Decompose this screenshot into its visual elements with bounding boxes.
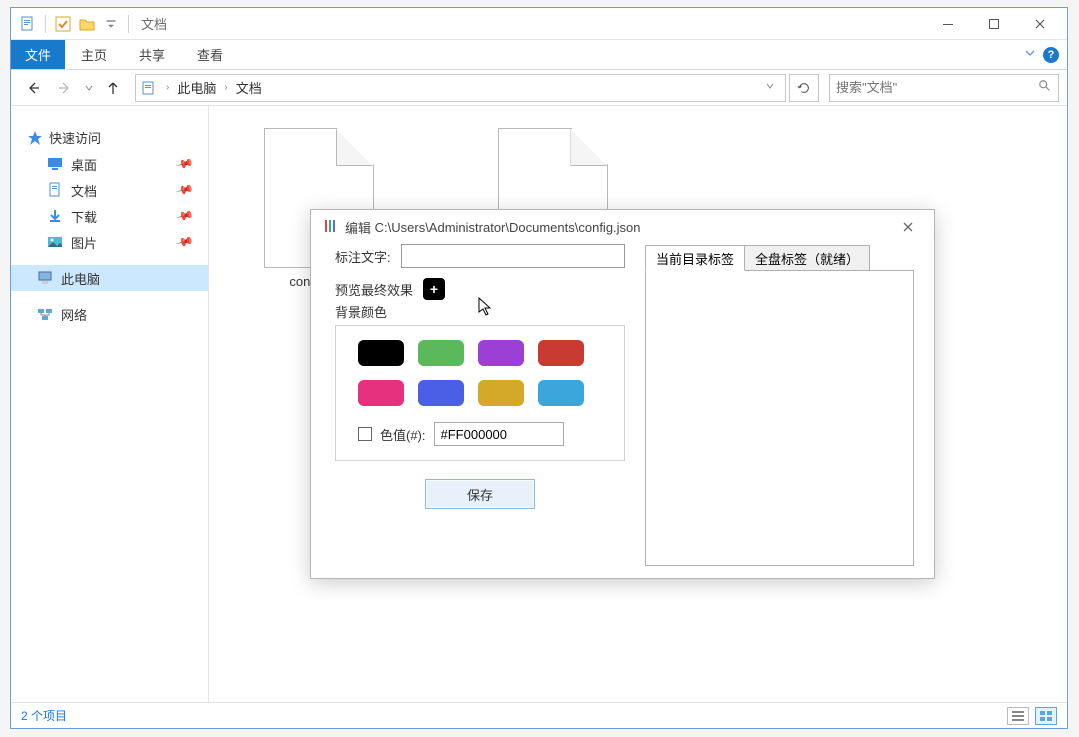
nav-item-this-pc[interactable]: 此电脑: [11, 265, 208, 291]
quick-access-label: 快速访问: [49, 128, 101, 147]
statusbar: 2 个项目: [11, 702, 1067, 728]
label-text: 标注文字:: [335, 247, 391, 266]
nav-item-label: 此电脑: [61, 269, 100, 288]
edit-dialog: 编辑 C:\Users\Administrator\Documents\conf…: [310, 209, 935, 579]
qat-separator-2: [128, 15, 129, 33]
bg-label: 背景颜色: [335, 302, 625, 321]
ribbon-tabs: 文件 主页 共享 查看 ?: [11, 40, 1067, 70]
nav-item-pictures[interactable]: 图片 📌: [11, 229, 208, 255]
pin-icon: 📌: [175, 154, 195, 174]
color-swatch[interactable]: [478, 380, 524, 406]
ribbon-tab-view[interactable]: 查看: [181, 40, 239, 69]
dialog-title-icon: [323, 219, 339, 236]
download-icon: [47, 208, 63, 224]
address-dropdown-icon[interactable]: [759, 81, 781, 94]
color-swatch[interactable]: [418, 340, 464, 366]
preview-add-button[interactable]: +: [423, 278, 445, 300]
qat-checkbox-icon[interactable]: [54, 15, 72, 33]
breadcrumb-item[interactable]: 此电脑: [177, 78, 216, 97]
window-title: 文档: [141, 14, 167, 33]
nav-item-label: 网络: [61, 305, 87, 324]
quick-access-header[interactable]: 快速访问: [11, 124, 208, 151]
nav-item-documents[interactable]: 文档 📌: [11, 177, 208, 203]
minimize-button[interactable]: [925, 9, 971, 39]
close-button[interactable]: [1017, 9, 1063, 39]
color-swatch[interactable]: [538, 340, 584, 366]
refresh-button[interactable]: [789, 74, 819, 102]
dialog-titlebar: 编辑 C:\Users\Administrator\Documents\conf…: [311, 210, 934, 244]
nav-up-button[interactable]: [99, 74, 127, 102]
hex-checkbox[interactable]: [358, 427, 372, 441]
nav-item-label: 图片: [71, 233, 97, 252]
document-icon: [47, 182, 63, 198]
nav-item-label: 文档: [71, 181, 97, 200]
nav-item-label: 下载: [71, 207, 97, 226]
hex-label: 色值(#):: [380, 425, 426, 444]
ribbon-tab-share[interactable]: 共享: [123, 40, 181, 69]
nav-item-label: 桌面: [71, 155, 97, 174]
address-chevron-icon[interactable]: ›: [162, 82, 173, 93]
ribbon-expand-icon[interactable]: [1023, 46, 1037, 63]
qat-folder-icon[interactable]: [78, 15, 96, 33]
view-details-button[interactable]: [1007, 707, 1029, 725]
color-swatch[interactable]: [538, 380, 584, 406]
search-box[interactable]: [829, 74, 1059, 102]
color-swatch[interactable]: [418, 380, 464, 406]
nav-history-dropdown[interactable]: [85, 81, 93, 95]
desktop-icon: [47, 156, 63, 172]
pin-icon: 📌: [175, 206, 195, 226]
address-folder-icon: [140, 79, 158, 97]
view-icons-button[interactable]: [1035, 707, 1057, 725]
nav-item-network[interactable]: 网络: [11, 301, 208, 327]
tab-current-dir[interactable]: 当前目录标签: [645, 245, 745, 271]
color-swatch[interactable]: [358, 340, 404, 366]
bg-color-panel: 色值(#):: [335, 325, 625, 461]
status-text: 2 个项目: [21, 707, 67, 724]
network-icon: [37, 306, 53, 322]
help-icon[interactable]: ?: [1043, 47, 1059, 63]
breadcrumb-item[interactable]: 文档: [236, 78, 262, 97]
star-icon: [27, 130, 43, 146]
file-tab[interactable]: 文件: [11, 40, 65, 69]
address-chevron-icon[interactable]: ›: [220, 82, 231, 93]
nav-item-downloads[interactable]: 下载 📌: [11, 203, 208, 229]
maximize-button[interactable]: [971, 9, 1017, 39]
navigation-pane: 快速访问 桌面 📌 文档 📌 下载 📌: [11, 106, 209, 702]
pin-icon: 📌: [175, 180, 195, 200]
search-icon[interactable]: [1038, 79, 1052, 96]
ribbon-tab-home[interactable]: 主页: [65, 40, 123, 69]
search-input[interactable]: [836, 80, 1038, 95]
qat-overflow-icon[interactable]: [102, 15, 120, 33]
color-swatch[interactable]: [478, 340, 524, 366]
qat-separator: [45, 15, 46, 33]
dialog-title-path: C:\Users\Administrator\Documents\config.…: [375, 220, 641, 235]
computer-icon: [37, 270, 53, 286]
preview-label: 预览最终效果: [335, 280, 413, 299]
save-button[interactable]: 保存: [425, 479, 535, 509]
titlebar: 文档: [11, 8, 1067, 40]
dialog-close-button[interactable]: [894, 215, 922, 239]
nav-item-desktop[interactable]: 桌面 📌: [11, 151, 208, 177]
label-text-input[interactable]: [401, 244, 625, 268]
pin-icon: 📌: [175, 232, 195, 252]
dialog-title-prefix: 编辑: [345, 218, 371, 237]
tab-all-disk[interactable]: 全盘标签（就绪）: [745, 245, 870, 271]
app-icon: [19, 15, 37, 33]
nav-back-button[interactable]: [19, 74, 47, 102]
nav-forward-button[interactable]: [51, 74, 79, 102]
color-swatch[interactable]: [358, 380, 404, 406]
tab-content: [645, 270, 914, 566]
picture-icon: [47, 234, 63, 250]
hex-input[interactable]: [434, 422, 564, 446]
navigation-bar: › 此电脑 › 文档: [11, 70, 1067, 106]
address-bar[interactable]: › 此电脑 › 文档: [135, 74, 786, 102]
